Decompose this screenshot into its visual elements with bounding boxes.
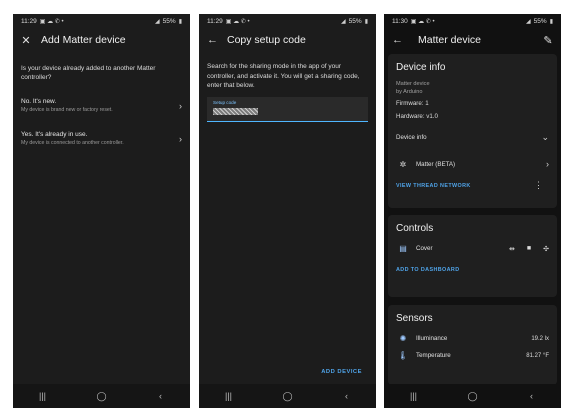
battery-level: 55% <box>162 17 176 25</box>
status-bar: 11:29 ▣ ☁ ✆ • ◢ 55% ▮ <box>13 14 190 28</box>
back-arrow-icon[interactable]: ← <box>392 34 403 46</box>
thread-network-row: VIEW THREAD NETWORK ⋮ <box>388 180 557 191</box>
status-time: 11:30 <box>392 17 408 25</box>
back-arrow-icon[interactable]: ← <box>207 34 218 46</box>
sensor-name: Temperature <box>416 352 451 359</box>
home-icon[interactable]: ◯ <box>278 391 298 402</box>
battery-level: 55% <box>348 17 362 25</box>
option-description: My device is connected to another contro… <box>21 140 124 146</box>
battery-level: 55% <box>533 17 547 25</box>
signal-icon: ◢ <box>155 18 160 25</box>
back-icon[interactable]: ‹ <box>337 391 357 401</box>
edit-pencil-icon[interactable]: ✎ <box>543 34 553 47</box>
card-title: Device info <box>396 62 446 73</box>
thermometer-icon: 🌡 <box>397 351 409 360</box>
chevron-right-icon: › <box>546 159 549 169</box>
option-description: My device is brand new or factory reset. <box>21 107 113 113</box>
device-info-card: Device info Matter device by Arduino Fir… <box>388 54 557 208</box>
firmware-version: Firmware: 1 <box>396 100 429 107</box>
sensor-row[interactable]: ✺ Illuminance 19.2 lx <box>388 334 557 343</box>
screen-add-matter-device: 11:29 ▣ ☁ ✆ • ◢ 55% ▮ ✕ Add Matter devic… <box>13 14 190 408</box>
matter-logo-icon: ✲ <box>399 159 407 169</box>
hardware-version: Hardware: v1.0 <box>396 113 438 120</box>
cover-control-row: ▤ Cover ⇹ ■ ✣ <box>388 244 557 253</box>
instructions-text: Search for the sharing mode in the app o… <box>207 63 360 89</box>
brightness-icon: ✺ <box>399 334 407 343</box>
sensor-name: Illuminance <box>416 335 448 342</box>
back-icon[interactable]: ‹ <box>151 391 171 401</box>
notification-icons: ▣ ☁ ✆ • <box>39 18 64 25</box>
status-time: 11:29 <box>21 17 37 25</box>
question-text: Is your device already added to another … <box>21 65 156 81</box>
device-model: Matter device <box>396 81 430 87</box>
home-icon[interactable]: ◯ <box>92 391 112 402</box>
app-bar: ← Copy setup code <box>199 28 376 52</box>
controls-card: Controls ▤ Cover ⇹ ■ ✣ ADD TO DASHBOARD <box>388 215 557 297</box>
page-title: Add Matter device <box>41 34 126 46</box>
status-bar: 11:29 ▣ ☁ ✆ • ◢ 55% ▮ <box>199 14 376 28</box>
card-title: Controls <box>396 223 434 234</box>
signal-icon: ◢ <box>341 18 346 25</box>
recent-apps-icon[interactable]: ||| <box>404 391 424 401</box>
more-vert-icon[interactable]: ⋮ <box>534 180 557 191</box>
tilt-close-icon[interactable]: ✣ <box>543 245 549 253</box>
cover-icon: ▤ <box>399 244 407 253</box>
sensor-row[interactable]: 🌡 Temperature 81.27 °F <box>388 351 557 360</box>
recent-apps-icon[interactable]: ||| <box>219 391 239 401</box>
battery-icon: ▮ <box>364 18 368 25</box>
view-thread-network-link[interactable]: VIEW THREAD NETWORK <box>388 183 534 189</box>
option-title: Yes. It's already in use. <box>21 131 88 138</box>
option-already-in-use[interactable]: Yes. It's already in use. My device is c… <box>13 131 190 146</box>
chevron-right-icon: › <box>179 133 182 144</box>
stop-icon[interactable]: ■ <box>527 245 531 253</box>
home-icon[interactable]: ◯ <box>463 391 483 402</box>
sensors-card: Sensors ✺ Illuminance 19.2 lx 🌡 Temperat… <box>388 305 557 385</box>
sensor-value: 19.2 lx <box>531 335 549 342</box>
app-bar: ✕ Add Matter device <box>13 28 190 52</box>
option-title: No. It's new. <box>21 98 57 105</box>
add-to-dashboard-link[interactable]: ADD TO DASHBOARD <box>388 267 557 273</box>
page-title: Copy setup code <box>227 34 306 46</box>
integration-label: Matter (BETA) <box>416 160 456 168</box>
chevron-right-icon: › <box>179 100 182 111</box>
page-title: Matter device <box>418 34 482 46</box>
close-icon[interactable]: ✕ <box>21 34 31 47</box>
recent-apps-icon[interactable]: ||| <box>33 391 53 401</box>
entity-name[interactable]: Cover <box>416 245 509 252</box>
add-device-button[interactable]: ADD DEVICE <box>321 369 362 375</box>
android-nav-bar: ||| ◯ ‹ <box>199 384 376 408</box>
tilt-open-icon[interactable]: ⇹ <box>509 245 515 253</box>
status-bar: 11:30 ▣ ☁ ✆ • ◢ 55% ▮ <box>384 14 561 28</box>
chevron-down-icon: ⌄ <box>541 132 549 142</box>
status-time: 11:29 <box>207 17 223 25</box>
app-bar: ← Matter device ✎ <box>384 28 561 52</box>
device-info-expander[interactable]: Device info ⌄ <box>388 132 557 143</box>
sensor-value: 81.27 °F <box>526 352 549 359</box>
device-manufacturer: by Arduino <box>396 89 423 95</box>
expander-label: Device info <box>396 134 427 141</box>
battery-icon: ▮ <box>549 18 553 25</box>
card-title: Sensors <box>396 313 433 324</box>
setup-code-value-redacted <box>213 107 258 115</box>
notification-icons: ▣ ☁ ✆ • <box>225 18 250 25</box>
setup-code-label: Setup code <box>213 99 237 105</box>
notification-icons: ▣ ☁ ✆ • <box>410 18 435 25</box>
battery-icon: ▮ <box>178 18 182 25</box>
signal-icon: ◢ <box>526 18 531 25</box>
setup-code-input[interactable]: Setup code <box>207 96 368 122</box>
back-icon[interactable]: ‹ <box>522 391 542 401</box>
integration-row[interactable]: ✲ Matter (BETA) › <box>388 159 557 169</box>
android-nav-bar: ||| ◯ ‹ <box>384 384 561 408</box>
screen-copy-setup-code: 11:29 ▣ ☁ ✆ • ◢ 55% ▮ ← Copy setup code … <box>199 14 376 408</box>
option-new-device[interactable]: No. It's new. My device is brand new or … <box>13 98 190 113</box>
screen-matter-device: 11:30 ▣ ☁ ✆ • ◢ 55% ▮ ← Matter device ✎ … <box>384 14 561 408</box>
android-nav-bar: ||| ◯ ‹ <box>13 384 190 408</box>
